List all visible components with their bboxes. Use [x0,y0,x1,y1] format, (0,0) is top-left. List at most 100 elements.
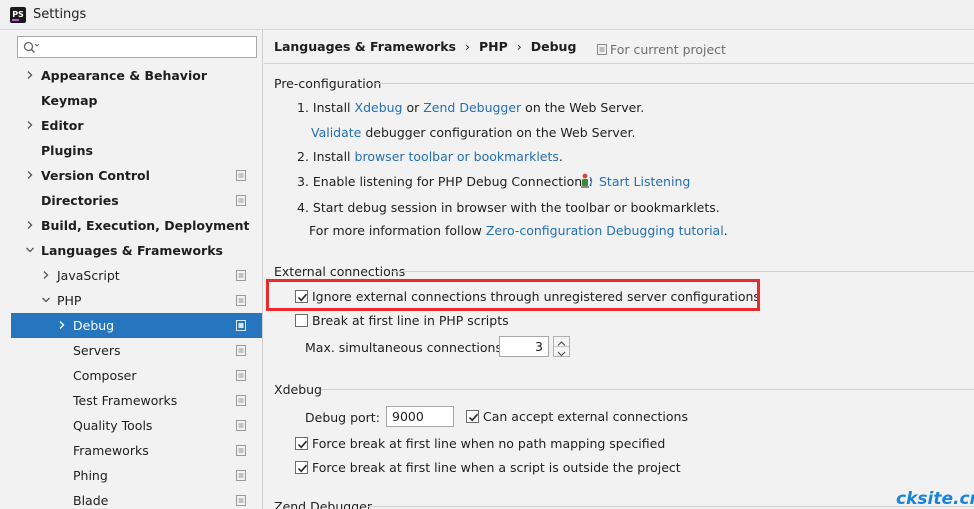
scope-label: For current project [610,42,726,57]
highlight-box [266,279,760,311]
sidebar-item-directories[interactable]: Directories [11,188,262,213]
project-scope-icon [236,295,246,306]
step-text: on the Web Server. [521,100,645,115]
sidebar-item-plugins[interactable]: Plugins [11,138,262,163]
settings-search-box[interactable] [17,36,257,58]
sidebar-item-languages-frameworks[interactable]: Languages & Frameworks [11,238,262,263]
break-first-line-checkbox[interactable] [295,314,308,327]
project-scope-icon [236,270,246,281]
sidebar-item-label: PHP [57,293,82,308]
sidebar-item-keymap[interactable]: Keymap [11,88,262,113]
step-text: 3. Enable listening for PHP Debug Connec… [297,174,593,189]
preconfig-step-1-validate: Validate debugger configuration on the W… [311,125,635,140]
header-divider [264,63,974,64]
scope-indicator: For current project [597,42,726,57]
sidebar-item-quality-tools[interactable]: Quality Tools [11,413,262,438]
max-connections-input[interactable]: 3 [499,336,549,357]
step-text: . [558,149,563,164]
start-listening-icon[interactable] [580,173,594,189]
project-scope-icon [236,320,246,331]
zero-config-tutorial-link[interactable]: Zero-configuration Debugging tutorial [486,223,724,238]
xdebug-link[interactable]: Xdebug [355,100,403,115]
sidebar-item-label: Quality Tools [73,418,153,433]
force-break-nopath-checkbox[interactable] [295,437,308,450]
checkmark-icon [468,413,479,422]
sidebar-item-label: Debug [73,318,115,333]
debug-port-input[interactable]: 9000 [386,406,454,427]
chevron-down-icon[interactable] [41,295,51,305]
sidebar-item-php[interactable]: PHP [11,288,262,313]
breadcrumb-languages[interactable]: Languages & Frameworks [274,39,456,54]
external-section-title: External connections [274,264,406,279]
force-break-nopath-label: Force break at first line when no path m… [312,436,666,451]
step-text: debugger configuration on the Web Server… [361,125,636,140]
sidebar-item-label: JavaScript [57,268,120,283]
sidebar-item-blade[interactable]: Blade [11,488,262,509]
zend-section-title: Zend Debugger [274,499,372,509]
preconfig-step-1: 1. Install Xdebug or Zend Debugger on th… [297,100,644,115]
sidebar-item-label: Plugins [41,143,93,158]
preconfig-step-4-info: For more information follow Zero-configu… [309,223,728,238]
max-connections-spinner[interactable] [553,336,570,357]
sidebar-item-label: Servers [73,343,121,358]
breadcrumb-debug: Debug [530,39,577,54]
sidebar-item-label: Appearance & Behavior [41,68,207,83]
sidebar-item-label: Editor [41,118,84,133]
sidebar-item-debug[interactable]: Debug [11,313,262,338]
sidebar-item-composer[interactable]: Composer [11,363,262,388]
checkmark-icon [297,440,308,449]
spinner-down[interactable] [554,347,569,357]
sidebar-item-phing[interactable]: Phing [11,463,262,488]
chevron-right-icon[interactable] [25,170,35,180]
sidebar-item-label: Frameworks [73,443,149,458]
step-text: or [402,100,424,115]
window-titlebar: PS Settings [0,0,974,30]
chevron-right-icon[interactable] [57,320,67,330]
section-divider [391,271,974,272]
preconfig-step-2: 2. Install browser toolbar or bookmarkle… [297,149,563,164]
chevron-right-icon[interactable] [25,120,35,130]
sidebar-item-version-control[interactable]: Version Control [11,163,262,188]
sidebar-item-servers[interactable]: Servers [11,338,262,363]
breadcrumb-separator: › [516,39,522,54]
sidebar-item-javascript[interactable]: JavaScript [11,263,262,288]
force-break-outside-checkbox[interactable] [295,461,308,474]
watermark: cksite.cn [896,489,974,509]
zend-debugger-link[interactable]: Zend Debugger [423,100,521,115]
start-listening-link[interactable]: Start Listening [599,174,690,189]
breadcrumb-php[interactable]: PHP [479,39,508,54]
sidebar-item-label: Composer [73,368,137,383]
spinner-up[interactable] [554,337,569,347]
project-scope-icon [236,395,246,406]
step-text: For more information follow [309,223,486,238]
project-scope-icon [597,44,607,55]
sidebar-item-label: Blade [73,493,109,508]
accept-external-checkbox[interactable] [466,410,479,423]
project-scope-icon [236,420,246,431]
sidebar-item-appearance-behavior[interactable]: Appearance & Behavior [11,63,262,88]
sidebar-item-editor[interactable]: Editor [11,113,262,138]
preconfig-step-3: 3. Enable listening for PHP Debug Connec… [297,174,593,189]
sidebar-item-label: Directories [41,193,119,208]
section-divider [321,389,974,390]
sidebar-item-label: Languages & Frameworks [41,243,223,258]
sidebar-item-label: Version Control [41,168,150,183]
validate-link[interactable]: Validate [311,125,361,140]
sidebar-item-build-execution-deployment[interactable]: Build, Execution, Deployment [11,213,262,238]
chevron-right-icon[interactable] [25,70,35,80]
chevron-right-icon[interactable] [41,270,51,280]
sidebar-item-frameworks[interactable]: Frameworks [11,438,262,463]
start-listening-link-wrap: Start Listening [599,174,690,189]
project-scope-icon [236,170,246,181]
chevron-right-icon[interactable] [25,220,35,230]
sidebar-item-test-frameworks[interactable]: Test Frameworks [11,388,262,413]
settings-content: Languages & Frameworks › PHP › Debug For cur… [264,30,974,509]
section-divider [366,506,974,507]
settings-search-input[interactable] [44,39,250,55]
checkmark-icon [297,464,308,473]
step-text: 2. Install [297,149,355,164]
step-text: 1. Install [297,100,355,115]
browser-toolbar-link[interactable]: browser toolbar or bookmarklets [355,149,559,164]
chevron-down-icon[interactable] [25,245,35,255]
force-break-outside-label: Force break at first line when a script … [312,460,681,475]
